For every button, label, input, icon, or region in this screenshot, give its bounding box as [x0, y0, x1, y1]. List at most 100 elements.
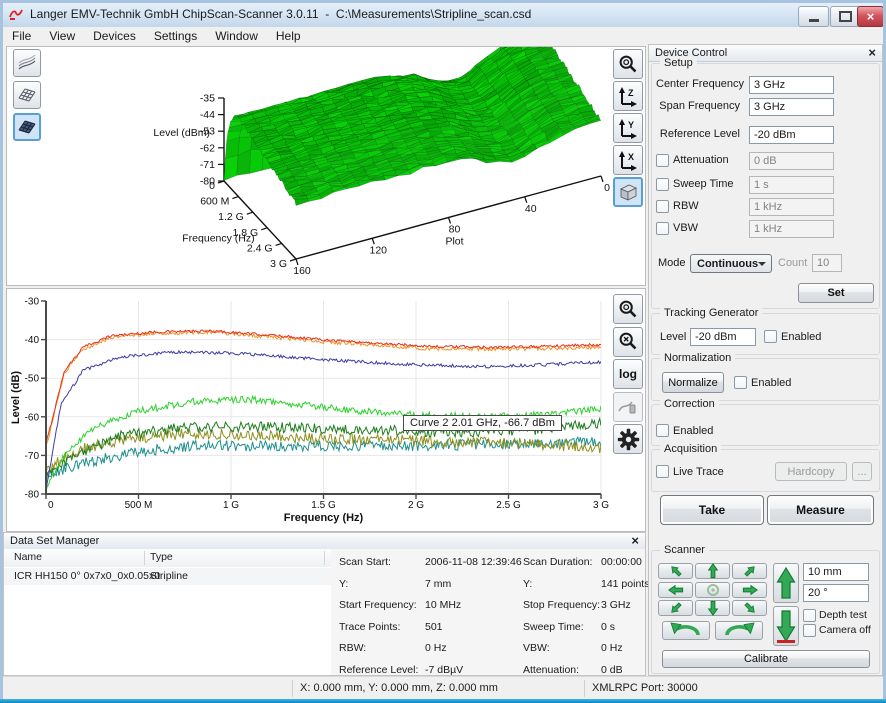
- tg-level-field[interactable]: [690, 328, 756, 346]
- set-button[interactable]: Set: [798, 283, 874, 303]
- maximize-icon: [839, 11, 852, 22]
- move-up-right-icon: [738, 563, 762, 579]
- axis-z-button[interactable]: Z: [613, 81, 643, 111]
- setup-group: Setup Center Frequency Span Frequency Re…: [651, 63, 880, 309]
- move-up-left-icon: [664, 563, 688, 579]
- menu-item-window[interactable]: Window: [206, 28, 267, 44]
- magnifier-x-icon: [618, 331, 639, 352]
- span-frequency-field[interactable]: [749, 98, 834, 116]
- scan-info-label: Attenuation:: [523, 664, 579, 676]
- move-up-left-button[interactable]: [658, 563, 693, 579]
- correction-enabled-checkbox[interactable]: [656, 424, 669, 437]
- take-button-label: Take: [699, 503, 725, 517]
- correction-label: Correction: [660, 398, 719, 410]
- measure-button[interactable]: Measure: [767, 495, 874, 525]
- z-up-button[interactable]: [773, 563, 799, 603]
- plot3d-canvas[interactable]: -35-44-53-62-71-80Level (dBm)0600 M1.2 G…: [7, 47, 645, 285]
- home-button[interactable]: [695, 582, 730, 598]
- axis-x-button[interactable]: X: [613, 145, 643, 175]
- rotate-cw-icon: [722, 622, 756, 639]
- vbw-checkbox[interactable]: [656, 222, 669, 235]
- scan-info-value: -7 dBµV: [425, 664, 463, 676]
- axis-y-button[interactable]: Y: [613, 113, 643, 143]
- depth-test-checkbox[interactable]: [803, 609, 816, 622]
- tick-label: 160: [293, 265, 311, 277]
- live-trace-label: Live Trace: [673, 466, 724, 478]
- rotate-ccw-button[interactable]: [662, 621, 710, 640]
- take-button[interactable]: Take: [660, 495, 764, 525]
- normalization-enabled-checkbox[interactable]: [734, 376, 747, 389]
- plot2d-grid: [46, 301, 601, 494]
- status-xmlrpc: XMLRPC Port: 30000: [592, 682, 698, 694]
- scan-info-label: VBW:: [523, 642, 550, 654]
- setup-group-label: Setup: [660, 57, 697, 69]
- tick-label: 80: [449, 224, 461, 236]
- curves-icon: [17, 53, 37, 73]
- close-button[interactable]: ×: [857, 6, 884, 27]
- tg-enabled-checkbox[interactable]: [764, 330, 777, 343]
- menu-item-settings[interactable]: Settings: [145, 28, 206, 44]
- view-curves-button[interactable]: [13, 49, 41, 77]
- column-separator[interactable]: [324, 551, 325, 565]
- reference-level-field[interactable]: [749, 126, 834, 144]
- tracking-generator-label: Tracking Generator: [660, 307, 762, 319]
- scanner-step-field[interactable]: [803, 563, 869, 581]
- live-trace-checkbox[interactable]: [656, 465, 669, 478]
- data-set-manager-panel: Data Set Manager × Name Type ICR HH150 0…: [3, 532, 646, 676]
- scan-info-label: Reference Level:: [339, 664, 418, 676]
- column-separator[interactable]: [144, 551, 145, 565]
- zoom-in-button[interactable]: [613, 294, 643, 324]
- plot2d-canvas[interactable]: -30-40-50-60-70-800500 M1 G1.5 G2 G2.5 G…: [7, 289, 645, 531]
- minimize-button[interactable]: [798, 6, 829, 27]
- attenuation-checkbox[interactable]: [656, 154, 669, 167]
- scan-info-value: 00:00:00: [601, 556, 642, 568]
- scanner-angle-field[interactable]: [803, 584, 869, 602]
- table-row[interactable]: ICR HH150 0° 0x7x0_0x0.05x0Stripline: [4, 568, 331, 585]
- zoom-reset-button[interactable]: [613, 327, 643, 357]
- sweep-time-checkbox[interactable]: [656, 178, 669, 191]
- log-scale-button[interactable]: log: [613, 359, 643, 389]
- move-down-button[interactable]: [695, 600, 730, 616]
- rbw-checkbox[interactable]: [656, 200, 669, 213]
- move-up-button[interactable]: [695, 563, 730, 579]
- column-header-name[interactable]: Name: [14, 551, 42, 563]
- hardcopy-button-label: Hardcopy: [787, 466, 834, 478]
- plot-settings-button[interactable]: [613, 424, 643, 454]
- zoom-3d-button[interactable]: [613, 49, 643, 79]
- calibrate-button[interactable]: Calibrate: [662, 650, 870, 668]
- minimize-icon: [809, 19, 819, 22]
- mode-dropdown[interactable]: Continuous: [690, 254, 772, 273]
- title-bar[interactable]: Langer EMV-Technik GmbH ChipScan-Scanner…: [0, 0, 886, 27]
- rotate-cw-button[interactable]: [715, 621, 763, 640]
- move-down-left-button[interactable]: [658, 600, 693, 616]
- menu-item-devices[interactable]: Devices: [84, 28, 145, 44]
- curve-erase-button: [613, 392, 643, 422]
- move-up-right-button[interactable]: [732, 563, 767, 579]
- menu-item-help[interactable]: Help: [267, 28, 310, 44]
- scan-info-panel: Scan Start:2006-11-08 12:39:46Scan Durat…: [331, 549, 645, 675]
- scan-info-value: 3 GHz: [601, 599, 631, 611]
- depth-test-label: Depth test: [819, 609, 867, 621]
- move-left-button[interactable]: [658, 582, 693, 598]
- center-frequency-field[interactable]: [749, 76, 834, 94]
- scan-info-label: Scan Start:: [339, 556, 391, 568]
- z-down-button[interactable]: [773, 606, 799, 646]
- normalize-button[interactable]: Normalize: [662, 372, 724, 393]
- camera-off-checkbox[interactable]: [803, 624, 816, 637]
- column-header-type[interactable]: Type: [150, 551, 173, 563]
- scan-info-value: 501: [425, 621, 443, 633]
- move-right-button[interactable]: [732, 582, 767, 598]
- menu-item-file[interactable]: File: [3, 28, 40, 44]
- application-window: Langer EMV-Technik GmbH ChipScan-Scanner…: [0, 0, 886, 703]
- view-3d-button[interactable]: [613, 177, 643, 207]
- view-solid-button[interactable]: [13, 113, 41, 141]
- close-panel-icon[interactable]: ×: [868, 46, 876, 60]
- close-panel-icon[interactable]: ×: [631, 534, 639, 548]
- langer-logo-icon: [8, 6, 24, 22]
- tick-label: -35: [200, 93, 215, 105]
- menu-item-view[interactable]: View: [40, 28, 84, 44]
- status-bar: X: 0.000 mm, Y: 0.000 mm, Z: 0.000 mm XM…: [3, 676, 883, 700]
- move-down-right-button[interactable]: [732, 600, 767, 616]
- data-set-manager-header[interactable]: Data Set Manager ×: [4, 533, 645, 550]
- view-wireframe-button[interactable]: [13, 81, 41, 109]
